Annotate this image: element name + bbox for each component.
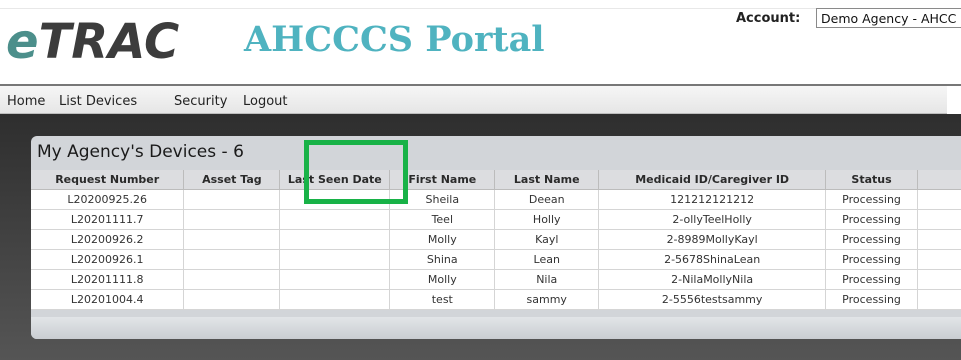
column-header-last-seen-date[interactable]: Last Seen Date <box>279 170 391 190</box>
portal-title: AHCCCS Portal <box>244 19 545 60</box>
table-row[interactable]: L20201004.4 test sammy 2-5556testsammy P… <box>31 289 961 310</box>
cell-request-number: L20200925.26 <box>31 189 185 210</box>
cell-request-number: L20200926.2 <box>31 229 185 250</box>
table-header-row: Request Number Asset Tag Last Seen Date … <box>31 170 961 190</box>
cell-asset-tag <box>183 269 281 290</box>
account-label: Account: <box>736 11 801 26</box>
cell-extra <box>917 249 961 270</box>
cell-status: Processing <box>825 189 919 210</box>
cell-request-number: L20201004.4 <box>31 289 185 310</box>
page-header: eTRAC AHCCCS Portal Account: Demo Agency… <box>0 0 961 86</box>
cell-extra <box>917 229 961 250</box>
devices-panel: My Agency's Devices - 6 Request Number A… <box>31 136 961 339</box>
cell-last-seen-date <box>279 249 391 270</box>
cell-asset-tag <box>183 209 281 230</box>
cell-last-name: Kayl <box>494 229 600 250</box>
cell-request-number: L20201111.8 <box>31 269 185 290</box>
table-row[interactable]: L20200926.1 Shina Lean 2-5678ShinaLean P… <box>31 249 961 270</box>
column-header-request-number[interactable]: Request Number <box>31 170 185 190</box>
devices-table: Request Number Asset Tag Last Seen Date … <box>31 170 961 310</box>
cell-status: Processing <box>825 289 919 310</box>
cell-first-name: test <box>389 289 496 310</box>
table-row[interactable]: L20201111.8 Molly Nila 2-NilaMollyNila P… <box>31 269 961 290</box>
cell-last-seen-date <box>279 229 391 250</box>
panel-footer <box>31 317 961 339</box>
column-header-status[interactable]: Status <box>825 170 919 190</box>
cell-request-number: L20200926.1 <box>31 249 185 270</box>
cell-extra <box>917 209 961 230</box>
cell-extra <box>917 289 961 310</box>
cell-request-number: L20201111.7 <box>31 209 185 230</box>
column-header-last-name[interactable]: Last Name <box>494 170 600 190</box>
cell-status: Processing <box>825 269 919 290</box>
cell-last-seen-date <box>279 209 391 230</box>
column-header-asset-tag[interactable]: Asset Tag <box>183 170 281 190</box>
column-header-first-name[interactable]: First Name <box>389 170 496 190</box>
panel-title: My Agency's Devices - 6 <box>37 142 244 162</box>
cell-medicaid-id: 2-ollyTeelHolly <box>598 209 827 230</box>
cell-medicaid-id: 121212121212 <box>598 189 827 210</box>
header-right-edge <box>947 86 961 114</box>
column-header-medicaid-id[interactable]: Medicaid ID/Caregiver ID <box>598 170 827 190</box>
cell-first-name: Molly <box>389 229 496 250</box>
cell-asset-tag <box>183 189 281 210</box>
table-row[interactable]: L20201111.7 Teel Holly 2-ollyTeelHolly P… <box>31 209 961 230</box>
cell-extra <box>917 269 961 290</box>
cell-first-name: Sheila <box>389 189 496 210</box>
cell-last-name: sammy <box>494 289 600 310</box>
cell-last-name: Deean <box>494 189 600 210</box>
cell-medicaid-id: 2-5678ShinaLean <box>598 249 827 270</box>
table-row[interactable]: L20200925.26 Sheila Deean 121212121212 P… <box>31 189 961 210</box>
cell-last-name: Lean <box>494 249 600 270</box>
cell-first-name: Molly <box>389 269 496 290</box>
nav-item-list-devices[interactable]: List Devices <box>59 94 137 109</box>
cell-first-name: Teel <box>389 209 496 230</box>
nav-item-home[interactable]: Home <box>7 94 45 109</box>
cell-last-seen-date <box>279 289 391 310</box>
devices-table-wrap: Request Number Asset Tag Last Seen Date … <box>31 170 961 310</box>
cell-extra <box>917 189 961 210</box>
cell-medicaid-id: 2-8989MollyKayl <box>598 229 827 250</box>
nav-item-security[interactable]: Security <box>174 94 227 109</box>
table-row[interactable]: L20200926.2 Molly Kayl 2-8989MollyKayl P… <box>31 229 961 250</box>
cell-status: Processing <box>825 229 919 250</box>
cell-asset-tag <box>183 249 281 270</box>
cell-medicaid-id: 2-5556testsammy <box>598 289 827 310</box>
account-select[interactable]: Demo Agency - AHCC <box>816 8 961 28</box>
cell-first-name: Shina <box>389 249 496 270</box>
cell-last-name: Holly <box>494 209 600 230</box>
nav-item-logout[interactable]: Logout <box>243 94 288 109</box>
etrac-logo: eTRAC <box>6 14 179 70</box>
cell-asset-tag <box>183 289 281 310</box>
cell-medicaid-id: 2-NilaMollyNila <box>598 269 827 290</box>
logo-text: TRAC <box>38 14 180 70</box>
column-header-extra <box>917 170 961 190</box>
cell-asset-tag <box>183 229 281 250</box>
logo-e: e <box>6 14 39 70</box>
cell-last-seen-date <box>279 269 391 290</box>
cell-last-name: Nila <box>494 269 600 290</box>
cell-last-seen-date <box>279 189 391 210</box>
cell-status: Processing <box>825 249 919 270</box>
cell-status: Processing <box>825 209 919 230</box>
nav-bar: Home List Devices Security Logout <box>0 86 948 114</box>
